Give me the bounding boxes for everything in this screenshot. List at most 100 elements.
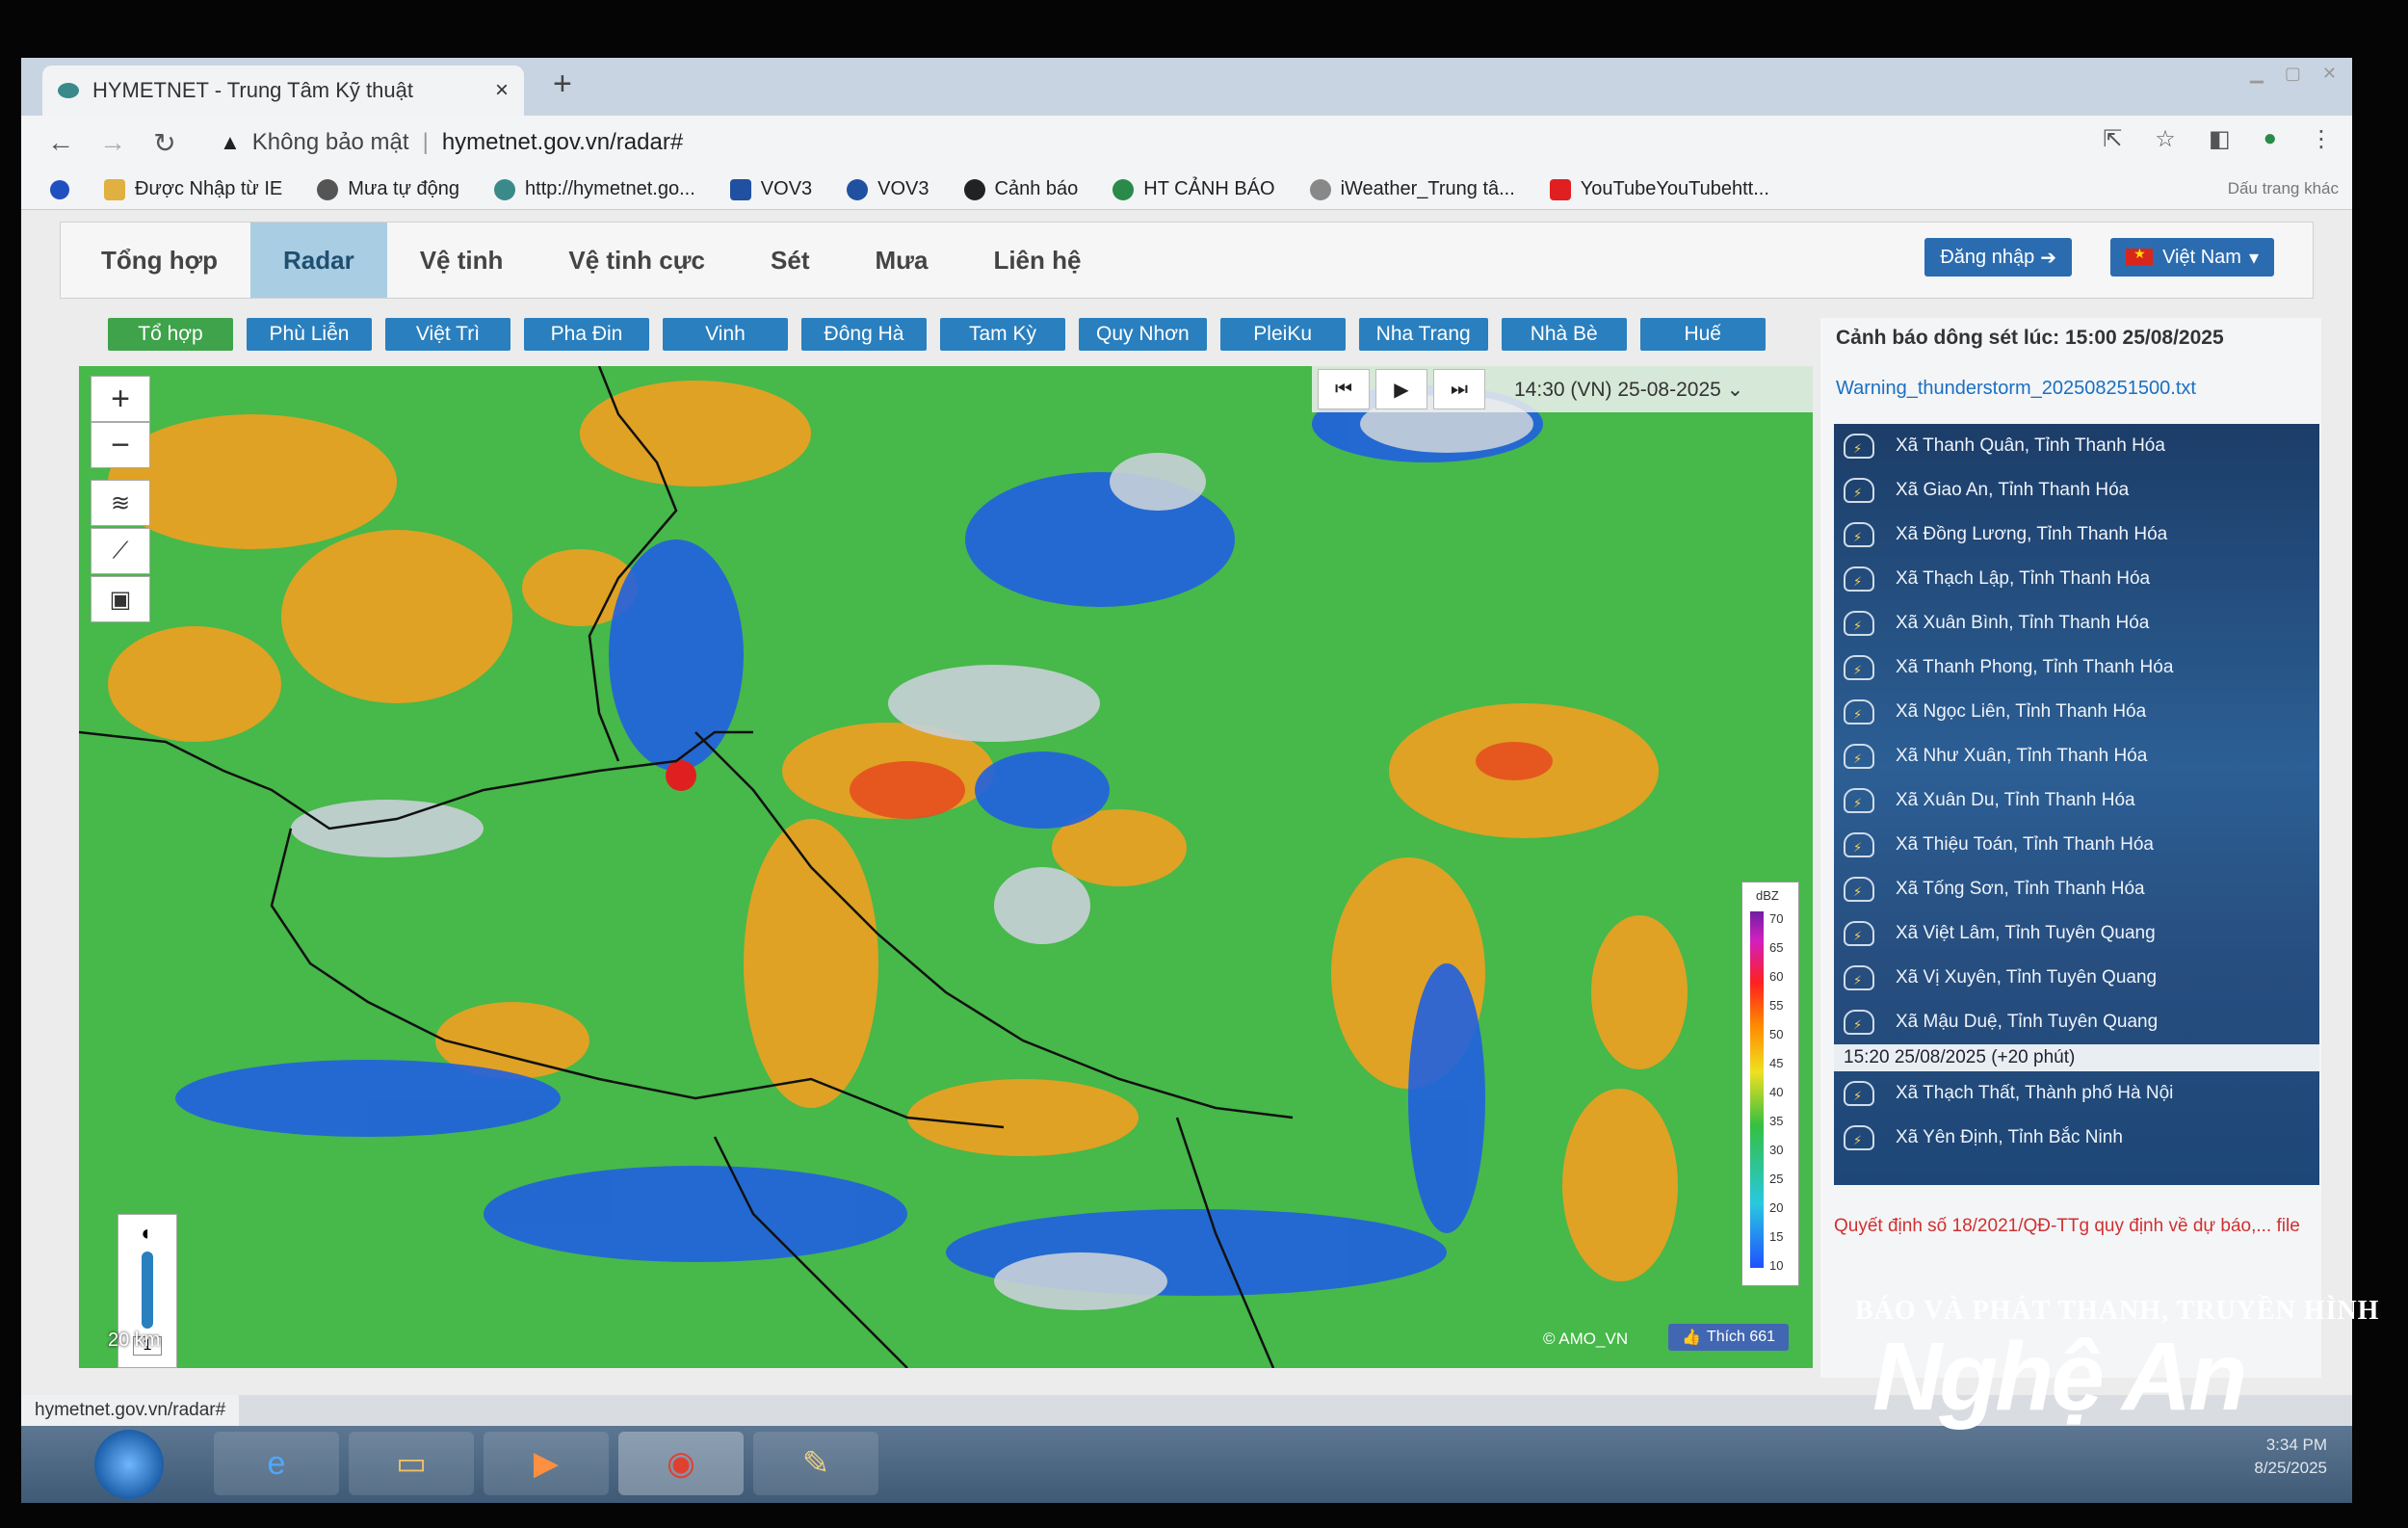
thunderstorm-icon xyxy=(1844,434,1874,459)
list-item: Xã Vị Xuyên, Tỉnh Tuyên Quang xyxy=(1834,956,2319,1000)
station-button[interactable]: Tam Kỳ xyxy=(940,318,1065,351)
thunderstorm-icon xyxy=(1844,921,1874,946)
nav-set[interactable]: Sét xyxy=(738,223,842,298)
contrast-icon: ◐ xyxy=(141,1221,154,1245)
station-button[interactable]: Đông Hà xyxy=(801,318,927,351)
new-tab-button[interactable]: + xyxy=(553,66,572,103)
layers-icon[interactable]: ≋ xyxy=(91,480,150,526)
language-select[interactable]: Việt Nam▾ xyxy=(2110,238,2274,277)
start-button[interactable] xyxy=(94,1430,164,1499)
facebook-like-button[interactable]: 👍 Thích 661 xyxy=(1668,1324,1790,1351)
nav-mua[interactable]: Mưa xyxy=(843,223,961,298)
explorer-icon[interactable]: ▭ xyxy=(349,1432,474,1495)
first-frame-icon[interactable]: ⏮ xyxy=(1318,369,1370,409)
reload-icon[interactable]: ↻ xyxy=(139,127,191,159)
dbz-legend: dBZ 70 65 60 55 50 45 40 35 30 25 20 15 … xyxy=(1741,882,1799,1286)
bookmark-item[interactable]: Được Nhập từ IE xyxy=(104,178,282,200)
globe-icon xyxy=(1112,178,1135,200)
time-controls: ⏮ ▶ ⏭ 14:30 (VN) 25-08-2025 ⌄ xyxy=(1312,366,1813,412)
trash-icon[interactable]: ▣ xyxy=(91,576,150,622)
separator: | xyxy=(422,129,429,155)
nav-lien-he[interactable]: Liên hệ xyxy=(960,223,1113,298)
vov-icon xyxy=(729,178,751,200)
media-player-icon[interactable]: ▶ xyxy=(484,1432,609,1495)
station-button[interactable]: Vinh xyxy=(663,318,788,351)
station-button[interactable]: Huế xyxy=(1639,318,1766,351)
thunderstorm-icon xyxy=(1844,611,1874,636)
clock[interactable]: 3:34 PM 8/25/2025 xyxy=(2254,1434,2327,1480)
url-text: hymetnet.gov.vn/radar# xyxy=(441,129,684,155)
scale-bar: 20 km xyxy=(108,1330,161,1351)
login-button[interactable]: Đăng nhập ➔ xyxy=(1924,238,2072,277)
zoom-in-button[interactable]: + xyxy=(91,376,150,422)
system-tray xyxy=(1793,1436,2333,1493)
regulation-note-link[interactable]: Quyết định số 18/2021/QĐ-TTg quy định về… xyxy=(1834,1214,2306,1239)
station-button[interactable]: Pha Đin xyxy=(524,318,649,351)
browser-tab[interactable]: HYMETNET - Trung Tâm Kỹ thuật × xyxy=(42,66,524,116)
sidepanel-icon[interactable]: ◧ xyxy=(2209,125,2231,153)
bookmark-item[interactable]: VOV3 xyxy=(729,178,812,200)
thunderstorm-icon xyxy=(1844,832,1874,857)
slider-track[interactable] xyxy=(142,1251,153,1329)
station-button[interactable]: Tổ hợp xyxy=(108,318,233,351)
list-item: Xã Yên Định, Tỉnh Bắc Ninh xyxy=(1834,1116,2319,1160)
nav-radar[interactable]: Radar xyxy=(250,223,387,298)
zoom-out-button[interactable]: − xyxy=(91,422,150,468)
site-favicon-icon xyxy=(58,83,79,98)
nav-tong-hop[interactable]: Tổng hợp xyxy=(61,223,250,298)
map-attribution[interactable]: © AMO_VN xyxy=(1543,1330,1628,1349)
forward-icon[interactable]: → xyxy=(87,127,139,158)
station-button[interactable]: PleiKu xyxy=(1219,318,1346,351)
forecast-section-header: 15:20 25/08/2025 (+20 phút) xyxy=(1834,1044,2319,1071)
bookmark-item[interactable]: HT CẢNH BÁO xyxy=(1112,178,1275,200)
screen: HYMETNET - Trung Tâm Kỹ thuật × + ▁ ▢ ✕ … xyxy=(21,58,2352,1503)
play-icon[interactable]: ▶ xyxy=(1375,369,1427,409)
minimize-icon[interactable]: ▁ xyxy=(2250,64,2264,84)
toolbar-icons: ⇱ ☆ ◧ ● ⋮ xyxy=(2103,125,2333,153)
paint-icon[interactable]: ✎ xyxy=(753,1432,878,1495)
alert-icon xyxy=(963,178,985,200)
list-item: Xã Việt Lâm, Tỉnh Tuyên Quang xyxy=(1834,911,2319,956)
bookmark-item[interactable]: Cảnh báo xyxy=(963,178,1078,200)
warning-file-link[interactable]: Warning_thunderstorm_202508251500.txt xyxy=(1836,378,2196,400)
ie-icon[interactable]: e xyxy=(214,1432,339,1495)
station-button[interactable]: Phù Liễn xyxy=(247,318,372,351)
profile-icon[interactable]: ● xyxy=(2264,125,2278,153)
station-button[interactable]: Việt Trì xyxy=(385,318,510,351)
other-bookmarks[interactable]: Dấu trang khác xyxy=(2228,179,2339,198)
last-frame-icon[interactable]: ⏭ xyxy=(1433,369,1485,409)
station-button[interactable]: Nha Trang xyxy=(1358,318,1488,351)
thunderstorm-icon xyxy=(1844,1081,1874,1106)
thunderstorm-icon xyxy=(1844,478,1874,503)
station-button[interactable]: Nhà Bè xyxy=(1501,318,1627,351)
warning-panel: Cảnh báo dông sét lúc: 15:00 25/08/2025 … xyxy=(1820,318,2321,1378)
nav-ve-tinh-cuc[interactable]: Vệ tinh cực xyxy=(536,223,738,298)
station-button[interactable]: Quy Nhơn xyxy=(1079,318,1207,351)
radar-map[interactable]: + − ≋ ⟋ ▣ ⏮ ▶ ⏭ 14:30 (VN) 25-08-2025 ⌄ … xyxy=(79,366,1813,1368)
vietnam-flag-icon xyxy=(2126,246,2154,266)
taskbar: e ▭ ▶ ◉ ✎ 3:34 PM 8/25/2025 xyxy=(21,1426,2352,1503)
measure-icon[interactable]: ⟋ xyxy=(91,528,150,574)
time-select[interactable]: 14:30 (VN) 25-08-2025 ⌄ xyxy=(1514,378,1743,402)
bookmark-item[interactable]: VOV3 xyxy=(847,178,929,200)
maximize-icon[interactable]: ▢ xyxy=(2285,64,2301,84)
tab-close-icon[interactable]: × xyxy=(495,77,509,104)
security-label: Không bảo mật xyxy=(251,129,409,155)
bookmark-item[interactable]: http://hymetnet.go... xyxy=(494,178,695,200)
chrome-icon[interactable]: ◉ xyxy=(618,1432,744,1495)
close-window-icon[interactable]: ✕ xyxy=(2322,64,2337,84)
omnibox[interactable]: ▲ Không bảo mật | hymetnet.gov.vn/radar# xyxy=(220,121,683,164)
bookmark-item[interactable]: YouTubeYouTubehtt... xyxy=(1549,178,1769,200)
list-item: Xã Đồng Lương, Tỉnh Thanh Hóa xyxy=(1834,513,2319,557)
bookmark-item[interactable]: Mưa tự động xyxy=(317,178,459,200)
nav-ve-tinh[interactable]: Vệ tinh xyxy=(387,223,537,298)
apps-icon[interactable] xyxy=(50,179,69,199)
address-bar-row: ← → ↻ ▲ Không bảo mật | hymetnet.gov.vn/… xyxy=(21,116,2352,170)
browser-tab-strip: HYMETNET - Trung Tâm Kỹ thuật × + ▁ ▢ ✕ xyxy=(21,58,2352,116)
caret-down-icon: ▾ xyxy=(2248,247,2259,269)
menu-icon[interactable]: ⋮ xyxy=(2310,125,2333,153)
back-icon[interactable]: ← xyxy=(35,127,87,158)
star-icon[interactable]: ☆ xyxy=(2155,125,2176,153)
share-icon[interactable]: ⇱ xyxy=(2103,125,2122,153)
bookmark-item[interactable]: iWeather_Trung tâ... xyxy=(1309,178,1515,200)
